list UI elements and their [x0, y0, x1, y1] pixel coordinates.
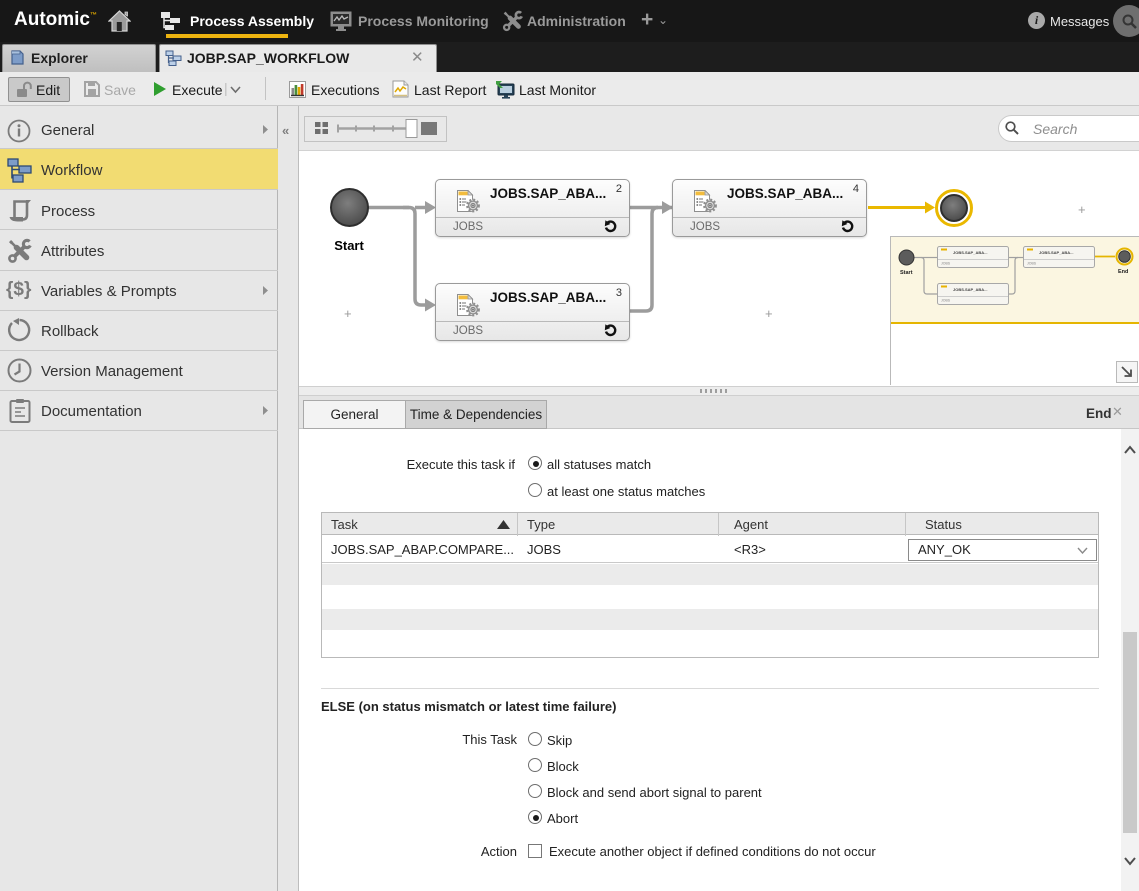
svg-text:JOBS.SAP_ABA...: JOBS.SAP_ABA...: [953, 250, 987, 255]
svg-text:End: End: [1118, 269, 1128, 275]
svg-text:JOBS: JOBS: [941, 262, 951, 266]
svg-text:JOBS: JOBS: [941, 299, 951, 303]
svg-text:JOBS.SAP_ABA...: JOBS.SAP_ABA...: [1039, 250, 1073, 255]
svg-text:JOBS: JOBS: [1027, 262, 1037, 266]
svg-text:JOBS.SAP_ABA...: JOBS.SAP_ABA...: [953, 287, 987, 292]
svg-text:Start: Start: [900, 270, 913, 276]
